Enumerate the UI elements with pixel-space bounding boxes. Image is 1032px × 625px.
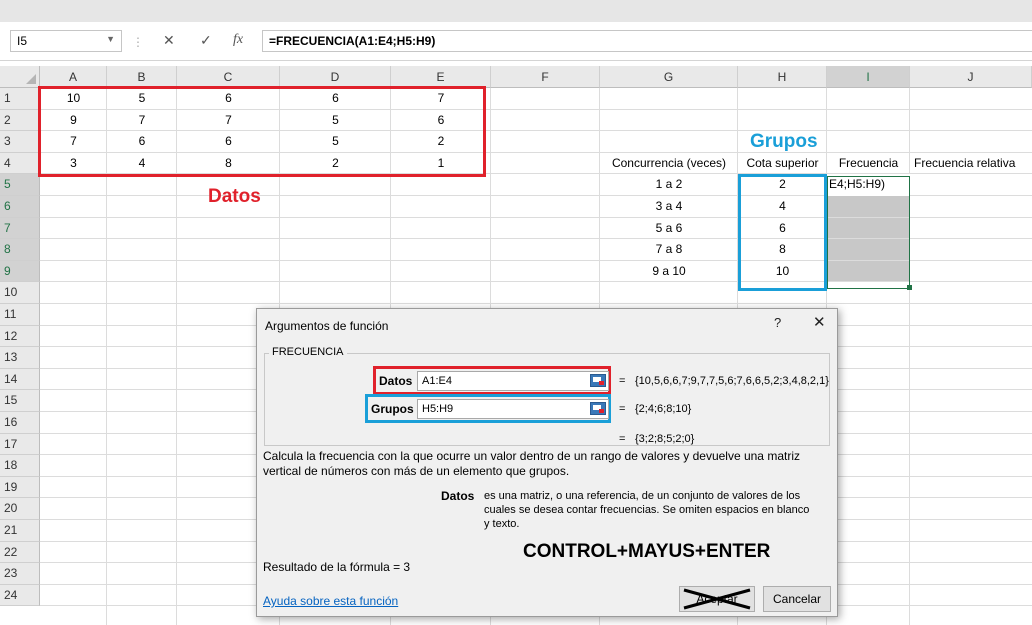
table-header-cell[interactable]: Concurrencia (veces) <box>600 153 738 175</box>
chevron-down-icon[interactable]: ▼ <box>106 34 115 44</box>
row-header-22[interactable]: 22 <box>0 541 40 564</box>
range-cell[interactable]: 9 a 10 <box>600 261 738 283</box>
row-header-23[interactable]: 23 <box>0 563 40 585</box>
row-header-10[interactable]: 10 <box>0 282 40 304</box>
arg-grupos-label: Grupos <box>371 402 414 416</box>
column-header-a[interactable]: A <box>40 66 107 88</box>
selection-range <box>827 176 910 289</box>
table-header-cell[interactable]: Cota superior <box>738 153 827 175</box>
result-equals: = <box>619 433 626 445</box>
row-header-21[interactable]: 21 <box>0 520 40 542</box>
ok-button[interactable]: Aceptar <box>679 586 755 612</box>
row-header-15[interactable]: 15 <box>0 390 40 412</box>
table-header-cell[interactable]: Frecuencia <box>827 153 910 175</box>
row-header-20[interactable]: 20 <box>0 498 40 520</box>
formula-result: Resultado de la fórmula = 3 <box>263 560 411 574</box>
row-header-9[interactable]: 9 <box>0 260 40 283</box>
arg-grupos-value: H5:H9 <box>422 403 454 415</box>
function-name: FRECUENCIA <box>269 346 347 358</box>
cancel-formula-icon[interactable]: ✕ <box>163 32 175 49</box>
help-link[interactable]: Ayuda sobre esta función <box>263 594 398 608</box>
row-header-16[interactable]: 16 <box>0 412 40 434</box>
fill-handle[interactable] <box>907 285 912 290</box>
collapse-dialog-icon[interactable] <box>590 402 606 415</box>
column-header-b[interactable]: B <box>107 66 177 88</box>
column-header-d[interactable]: D <box>280 66 391 88</box>
arg-help-label: Datos <box>441 489 475 503</box>
row-header-8[interactable]: 8 <box>0 239 40 261</box>
column-header-h[interactable]: H <box>738 66 827 88</box>
gridline-horizontal <box>40 303 1032 304</box>
row-header-18[interactable]: 18 <box>0 455 40 477</box>
column-header-i[interactable]: I <box>827 66 910 88</box>
row-header-14[interactable]: 14 <box>0 368 40 391</box>
insert-function-icon[interactable]: fx <box>233 32 243 48</box>
column-header-g[interactable]: G <box>600 66 738 88</box>
formula-input[interactable]: =FRECUENCIA(A1:E4;H5:H9) <box>262 30 1032 52</box>
arg-datos-label: Datos <box>379 374 413 388</box>
arg-grupos-input[interactable]: H5:H9 <box>417 399 609 419</box>
range-cell[interactable]: 7 a 8 <box>600 239 738 261</box>
name-box-value: I5 <box>17 34 28 48</box>
function-description: Calcula la frecuencia con la que ocurre … <box>263 449 800 478</box>
column-header-e[interactable]: E <box>391 66 491 88</box>
arg-datos-input[interactable]: A1:E4 <box>417 371 609 391</box>
row-header-6[interactable]: 6 <box>0 196 40 218</box>
datos-annotation: Datos <box>208 186 261 207</box>
arg-help-text: es una matriz, o una referencia, de un c… <box>484 490 810 530</box>
function-arguments-dialog: Argumentos de función ? ✕ FRECUENCIA Dat… <box>256 308 838 617</box>
column-header-j[interactable]: J <box>910 66 1032 88</box>
separator-icon: ⋮ <box>132 35 144 49</box>
arg-grupos-equals: = <box>619 403 626 415</box>
row-header-13[interactable]: 13 <box>0 347 40 369</box>
range-cell[interactable]: 1 a 2 <box>600 174 738 196</box>
grupos-annotation: Grupos <box>750 131 818 152</box>
range-cell[interactable]: 3 a 4 <box>600 196 738 218</box>
formula-bar: I5 ▼ ⋮ ✕ ✓ fx =FRECUENCIA(A1:E4;H5:H9) <box>0 22 1032 61</box>
row-header-19[interactable]: 19 <box>0 476 40 499</box>
range-cell[interactable]: 5 a 6 <box>600 218 738 240</box>
help-icon[interactable]: ? <box>774 315 781 330</box>
name-box[interactable]: I5 ▼ <box>10 30 122 52</box>
row-header-5[interactable]: 5 <box>0 174 40 196</box>
crossed-out-icon <box>683 588 751 610</box>
arg-datos-value: A1:E4 <box>422 375 452 387</box>
dialog-title: Argumentos de función <box>265 319 389 333</box>
formula-text: =FRECUENCIA(A1:E4;H5:H9) <box>269 34 436 48</box>
close-icon[interactable]: ✕ <box>813 313 826 331</box>
row-header-7[interactable]: 7 <box>0 217 40 240</box>
cancel-button[interactable]: Cancelar <box>763 586 831 612</box>
row-header-17[interactable]: 17 <box>0 433 40 456</box>
row-header-4[interactable]: 4 <box>0 152 40 175</box>
row-header-24[interactable]: 24 <box>0 584 40 607</box>
enter-formula-icon[interactable]: ✓ <box>200 32 212 49</box>
datos-highlight-box <box>38 86 486 177</box>
grupos-highlight-box <box>738 174 827 291</box>
table-header-cell[interactable]: Frecuencia relativa <box>910 153 1032 175</box>
control-annotation: CONTROL+MAYUS+ENTER <box>523 541 771 562</box>
row-header-1[interactable]: 1 <box>0 88 40 110</box>
column-header-f[interactable]: F <box>491 66 600 88</box>
row-header-2[interactable]: 2 <box>0 109 40 132</box>
arg-datos-result: {10,5,6,6,7;9,7,7,5,6;7,6,6,5,2;3,4,8,2,… <box>635 375 829 387</box>
function-result-preview: {3;2;8;5;2;0} <box>635 433 695 445</box>
row-header-11[interactable]: 11 <box>0 304 40 326</box>
title-strip <box>0 0 1032 22</box>
column-header-c[interactable]: C <box>177 66 280 88</box>
select-all-corner[interactable] <box>0 66 40 88</box>
arg-grupos-result: {2;4;6;8;10} <box>635 403 692 415</box>
arg-datos-equals: = <box>619 375 626 387</box>
collapse-dialog-icon[interactable] <box>590 374 606 387</box>
row-header-3[interactable]: 3 <box>0 131 40 153</box>
row-header-12[interactable]: 12 <box>0 325 40 348</box>
